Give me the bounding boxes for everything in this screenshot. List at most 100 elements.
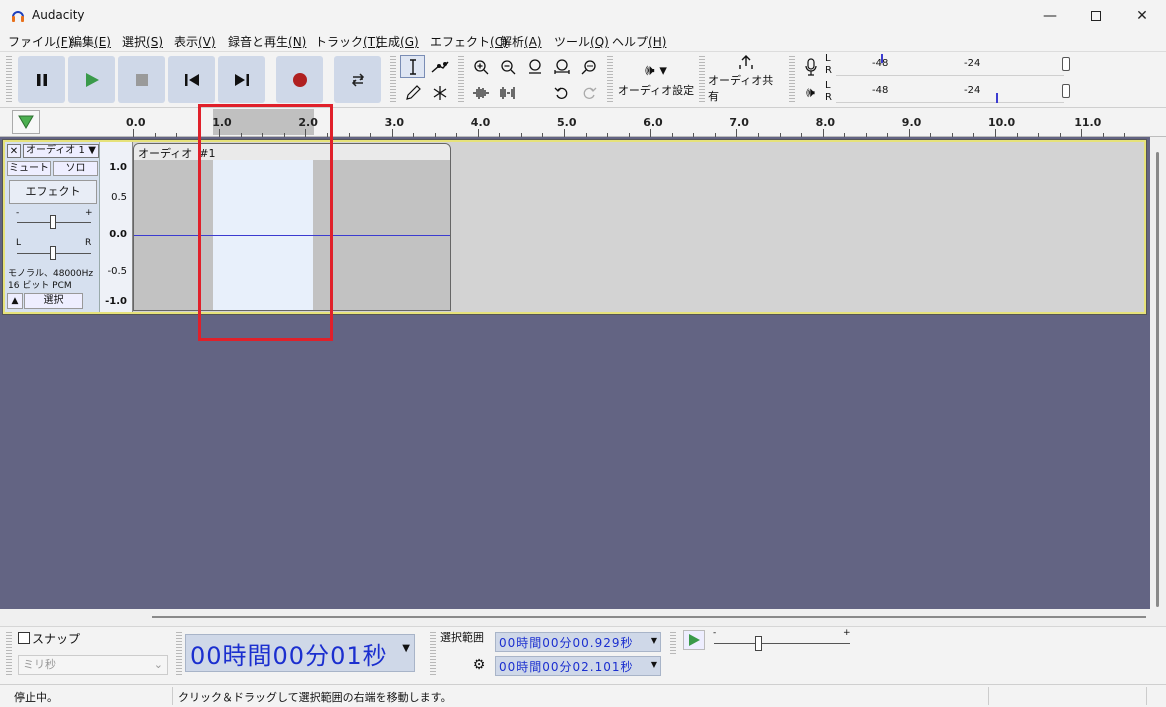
toolbar-grip[interactable] bbox=[390, 56, 396, 104]
timeline-options-button[interactable] bbox=[12, 110, 40, 134]
skip-to-end-button[interactable] bbox=[218, 56, 265, 103]
horizontal-scroll-thumb[interactable] bbox=[152, 616, 1146, 618]
envelope-icon bbox=[431, 61, 449, 73]
toolbar-grip[interactable] bbox=[607, 56, 613, 104]
toolbar-grip[interactable] bbox=[6, 632, 12, 677]
mute-button[interactable]: ミュート bbox=[7, 161, 51, 176]
pencil-icon bbox=[405, 84, 421, 100]
audio-settings-button[interactable]: 🕪 ▾ オーディオ設定 bbox=[617, 54, 695, 104]
menu-transport[interactable]: 録音と再生(N) bbox=[228, 33, 306, 50]
speaker-dropdown-icon: 🕪 ▾ bbox=[645, 60, 667, 79]
selection-start-time[interactable]: 00時間00分00.929秒 ▼ bbox=[495, 632, 661, 652]
menu-help[interactable]: ヘルプ(H) bbox=[612, 33, 666, 50]
ruler-major-tick bbox=[133, 129, 134, 137]
share-audio-button[interactable]: オーディオ共有 bbox=[708, 54, 784, 104]
toolbar-grip[interactable] bbox=[176, 632, 182, 677]
status-bar: 停止中。 クリック＆ドラッグして選択範囲の右端を移動します。 bbox=[0, 684, 1166, 707]
undo-button[interactable] bbox=[549, 81, 574, 104]
draw-tool-button[interactable] bbox=[400, 81, 425, 104]
meter-tick: -48 bbox=[872, 85, 889, 96]
pan-right-label: R bbox=[85, 238, 92, 248]
zoom-in-button[interactable] bbox=[468, 55, 493, 78]
zoom-toggle-button[interactable] bbox=[576, 55, 601, 78]
selection-end-time[interactable]: 00時間00分02.101秒 ▼ bbox=[495, 656, 661, 676]
zoom-out-button[interactable] bbox=[495, 55, 520, 78]
menu-analyze[interactable]: 解析(A) bbox=[500, 33, 542, 50]
play-icon bbox=[85, 72, 99, 87]
toolbar-grip[interactable] bbox=[458, 56, 464, 104]
menu-effect[interactable]: エフェクト(C) bbox=[430, 33, 508, 50]
audacity-logo-icon bbox=[12, 11, 24, 22]
snap-label: スナップ bbox=[32, 632, 81, 646]
menu-tools[interactable]: ツール(Q) bbox=[554, 33, 609, 50]
track-name-menu[interactable]: オーディオ 1 ▼ bbox=[23, 144, 99, 158]
stop-button[interactable] bbox=[118, 56, 165, 103]
gain-slider-thumb[interactable] bbox=[50, 215, 56, 229]
toolbar-grip[interactable] bbox=[699, 56, 705, 104]
minimize-button[interactable]: — bbox=[1027, 0, 1073, 31]
undo-icon bbox=[554, 87, 567, 99]
select-track-button[interactable]: 選択 bbox=[24, 293, 83, 309]
trim-audio-button[interactable] bbox=[468, 81, 493, 104]
meter-rec-l: L bbox=[825, 53, 831, 64]
multi-tool-button[interactable] bbox=[427, 81, 452, 104]
selection-settings-button[interactable]: ⚙ bbox=[470, 656, 488, 674]
redo-button[interactable] bbox=[576, 81, 601, 104]
menu-edit[interactable]: 編集(E) bbox=[70, 33, 111, 50]
play-meter-button[interactable]: 🕪 bbox=[798, 81, 823, 104]
play-at-speed-button[interactable] bbox=[683, 630, 705, 650]
track-close-button[interactable]: ✕ bbox=[7, 144, 21, 158]
status-hint: クリック＆ドラッグして選択範囲の右端を移動します。 bbox=[178, 691, 452, 704]
chevron-down-icon: ⌄ bbox=[153, 658, 163, 671]
playback-speed-thumb[interactable] bbox=[755, 636, 762, 651]
ruler-major-tick bbox=[650, 129, 652, 137]
time-display[interactable]: 00時間00分01秒 ▼ bbox=[185, 634, 415, 672]
menu-file[interactable]: ファイル(F) bbox=[8, 33, 72, 50]
record-meter-button[interactable] bbox=[798, 55, 823, 78]
play-button[interactable] bbox=[68, 56, 115, 103]
ruler-label: 9.0 bbox=[901, 116, 922, 129]
record-meter-slider-thumb[interactable] bbox=[1062, 57, 1070, 71]
pan-slider-thumb[interactable] bbox=[50, 246, 56, 260]
snap-checkbox[interactable] bbox=[18, 632, 30, 644]
vertical-scroll-thumb[interactable] bbox=[1156, 152, 1159, 607]
envelope-tool-button[interactable] bbox=[427, 55, 452, 78]
skip-end-icon bbox=[234, 73, 249, 86]
menu-generate[interactable]: 生成(G) bbox=[376, 33, 419, 50]
menu-select[interactable]: 選択(S) bbox=[122, 33, 163, 50]
silence-icon bbox=[499, 86, 515, 99]
collapse-track-button[interactable]: ▲ bbox=[7, 293, 23, 309]
skip-to-start-button[interactable] bbox=[168, 56, 215, 103]
fit-selection-button[interactable] bbox=[522, 55, 547, 78]
toolbar-grip[interactable] bbox=[430, 632, 436, 677]
ruler-major-tick bbox=[1081, 129, 1083, 137]
menu-view[interactable]: 表示(V) bbox=[174, 33, 216, 50]
ruler-label: 4.0 bbox=[470, 116, 491, 129]
toolbar-grip[interactable] bbox=[6, 56, 12, 104]
playback-meter[interactable]: -48 -24 bbox=[836, 81, 1072, 103]
meter-tick: -24 bbox=[964, 85, 981, 96]
menu-tracks[interactable]: トラック(T) bbox=[315, 33, 380, 50]
record-meter[interactable]: -48 -24 bbox=[836, 54, 1072, 76]
gain-minus-label: - bbox=[16, 208, 20, 218]
toolbar-grip[interactable] bbox=[670, 632, 676, 654]
playback-speed-slider[interactable] bbox=[714, 643, 850, 644]
solo-button[interactable]: ソロ bbox=[53, 161, 98, 176]
close-button[interactable]: ✕ bbox=[1119, 0, 1165, 31]
zoom-out-icon bbox=[500, 59, 515, 74]
ruler-label: 7.0 bbox=[729, 116, 749, 129]
toolbar-grip[interactable] bbox=[789, 56, 795, 104]
fit-project-button[interactable] bbox=[549, 55, 574, 78]
pause-button[interactable] bbox=[18, 56, 65, 103]
silence-audio-button[interactable] bbox=[495, 81, 520, 104]
playback-meter-slider-thumb[interactable] bbox=[1062, 84, 1070, 98]
vruler-label: 0.5 bbox=[111, 192, 127, 203]
selection-label: 選択範囲 bbox=[440, 631, 484, 644]
selection-tool-button[interactable] bbox=[400, 55, 425, 78]
maximize-button[interactable] bbox=[1073, 0, 1119, 31]
track-effects-button[interactable]: エフェクト bbox=[9, 180, 97, 204]
record-button[interactable] bbox=[276, 56, 323, 103]
snap-unit-select[interactable]: ミリ秒 ⌄ bbox=[18, 655, 168, 675]
audio-settings-label: オーディオ設定 bbox=[617, 83, 695, 97]
loop-button[interactable] bbox=[334, 56, 381, 103]
